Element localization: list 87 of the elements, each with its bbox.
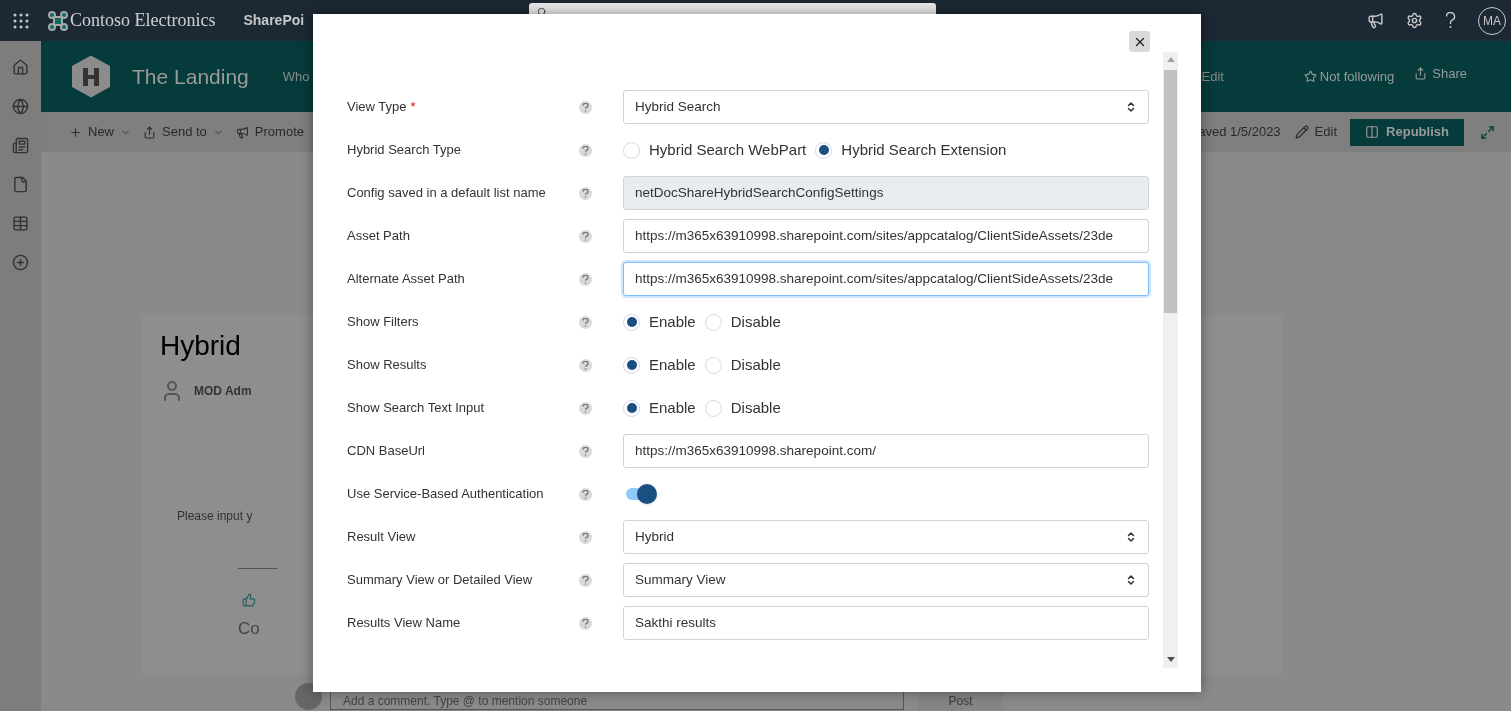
- command-button[interactable]: New: [69, 122, 131, 142]
- field-label: Show Results: [347, 356, 427, 375]
- author-name: MOD Adm: [194, 383, 252, 400]
- field-label: CDN BaseUrl: [347, 442, 425, 461]
- field-label: Use Service-Based Authentication: [347, 485, 544, 504]
- help-icon[interactable]: [579, 616, 592, 630]
- help-icon[interactable]: [579, 573, 592, 587]
- comments-heading: Co: [238, 618, 260, 640]
- follow-button[interactable]: Not following: [1303, 66, 1395, 87]
- radio-label: Hybrid Search WebPart: [649, 139, 807, 160]
- field-label: Alternate Asset Path: [347, 270, 465, 289]
- file-icon[interactable]: [12, 176, 29, 193]
- promote-icon: [235, 125, 249, 139]
- radio-label: Enable: [649, 311, 696, 332]
- help-icon[interactable]: [579, 487, 592, 501]
- field-label: Asset Path: [347, 227, 410, 246]
- help-icon[interactable]: [579, 143, 592, 157]
- pencil-icon: [1294, 125, 1309, 139]
- add-icon: [69, 125, 82, 139]
- field-label: Config saved in a default list name: [347, 184, 546, 203]
- sort-arrows-icon: [1125, 574, 1137, 586]
- republish-button[interactable]: Republish: [1350, 118, 1464, 146]
- radio-label: Enable: [649, 354, 696, 375]
- field-label: View Type: [347, 98, 407, 117]
- star-icon: [1303, 70, 1317, 83]
- app-launcher-icon[interactable]: [12, 12, 29, 29]
- sort-arrows-icon: [1125, 531, 1137, 543]
- table-icon[interactable]: [12, 215, 29, 232]
- settings-icon[interactable]: [1406, 12, 1423, 29]
- share-icon: [1414, 67, 1428, 80]
- radio-label: Hybrid Search Extension: [841, 139, 1007, 160]
- command-button[interactable]: Promote: [235, 122, 304, 142]
- columns-icon: [1365, 125, 1380, 139]
- news-icon[interactable]: [12, 137, 29, 154]
- logo-icon: [48, 10, 68, 31]
- command-button[interactable]: Send to: [143, 122, 224, 142]
- readonly-field: netDocShareHybridSearchConfigSettings: [623, 176, 1149, 210]
- radio-label: Disable: [730, 397, 781, 418]
- select-field[interactable]: Hybrid: [623, 520, 1149, 554]
- home-icon[interactable]: [12, 59, 29, 76]
- help-icon[interactable]: [579, 229, 592, 243]
- help-icon[interactable]: [579, 186, 592, 200]
- scrollbar[interactable]: [1163, 52, 1178, 668]
- help-icon[interactable]: [579, 444, 592, 458]
- field-label: Show Search Text Input: [347, 399, 485, 418]
- help-icon[interactable]: [579, 401, 592, 415]
- field-label: Show Filters: [347, 313, 419, 332]
- select-field[interactable]: Hybrid Search: [623, 90, 1149, 124]
- radio-label: Enable: [649, 397, 696, 418]
- expand-icon[interactable]: [1480, 124, 1495, 140]
- megaphone-icon[interactable]: [1367, 12, 1384, 29]
- app-name[interactable]: SharePoi: [243, 10, 305, 31]
- field-label: Results View Name: [347, 614, 461, 633]
- help-icon[interactable]: [579, 100, 592, 114]
- organization-name[interactable]: Contoso Electronics: [70, 7, 216, 34]
- required-asterisk: *: [410, 98, 416, 117]
- radio-label: Disable: [730, 354, 781, 375]
- send-icon: [143, 125, 156, 139]
- add-circle-icon[interactable]: [12, 254, 29, 271]
- edit-link[interactable]: Edit: [1201, 66, 1224, 87]
- select-field[interactable]: Summary View: [623, 563, 1149, 597]
- help-icon[interactable]: [579, 272, 592, 286]
- input-field[interactable]: https://m365x63910998.sharepoint.com/: [623, 434, 1149, 468]
- help-icon[interactable]: [579, 358, 592, 372]
- radio-label: Disable: [730, 311, 781, 332]
- share-button[interactable]: Share: [1414, 63, 1467, 84]
- page-title: Hybrid: [160, 329, 241, 363]
- field-label: Hybrid Search Type: [347, 141, 461, 160]
- help-icon[interactable]: [579, 530, 592, 544]
- question-icon[interactable]: [1445, 12, 1456, 29]
- nav-link[interactable]: Who: [282, 66, 310, 87]
- input-field[interactable]: https://m365x63910998.sharepoint.com/sites/appcatalog/ClientSideAssets/23de: [623, 262, 1149, 296]
- help-icon[interactable]: [579, 315, 592, 329]
- close-button[interactable]: [1129, 31, 1150, 52]
- field-label: Summary View or Detailed View: [347, 571, 533, 590]
- globe-icon[interactable]: [12, 98, 29, 115]
- like-icon[interactable]: [242, 593, 256, 607]
- prompt-text: Please input y: [177, 508, 253, 525]
- sort-arrows-icon: [1125, 101, 1137, 113]
- scroll-down-icon[interactable]: [1166, 657, 1175, 662]
- search-icon: [537, 7, 548, 17]
- input-field[interactable]: Sakthi results: [623, 606, 1149, 640]
- input-field[interactable]: https://m365x63910998.sharepoint.com/sites/appcatalog/ClientSideAssets/23de: [623, 219, 1149, 253]
- field-label: Result View: [347, 528, 416, 547]
- scrollbar-thumb[interactable]: [1164, 70, 1177, 313]
- site-title[interactable]: The Landing: [132, 60, 249, 93]
- edit-button[interactable]: Edit: [1294, 122, 1337, 142]
